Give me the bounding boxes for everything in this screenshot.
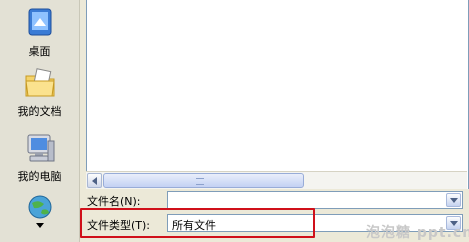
file-name-field[interactable] [167, 191, 463, 209]
place-desktop[interactable]: 桌面 [0, 6, 79, 59]
highlight-box [80, 208, 315, 238]
places-bar: 桌面 我的文档 我的电脑 [0, 0, 80, 242]
place-label: 我的文档 [17, 105, 62, 118]
my-computer-icon [20, 131, 60, 167]
place-my-computer[interactable]: 我的电脑 [0, 131, 79, 184]
place-network[interactable] [0, 193, 79, 229]
chevron-down-icon[interactable] [446, 193, 461, 207]
place-label: 桌面 [28, 45, 51, 58]
watermark: 泡泡糖 ppt.cn [366, 225, 469, 241]
file-name-label: 文件名(N): [87, 195, 141, 208]
place-label: 我的电脑 [17, 170, 62, 183]
my-documents-icon [20, 66, 60, 102]
network-places-icon [20, 193, 60, 229]
scroll-thumb[interactable] [103, 173, 304, 188]
file-list[interactable] [86, 0, 469, 189]
horizontal-scrollbar[interactable] [86, 171, 467, 189]
scroll-left-arrow-icon[interactable] [87, 173, 102, 188]
desktop-icon [20, 6, 60, 42]
place-my-documents[interactable]: 我的文档 [0, 66, 79, 119]
